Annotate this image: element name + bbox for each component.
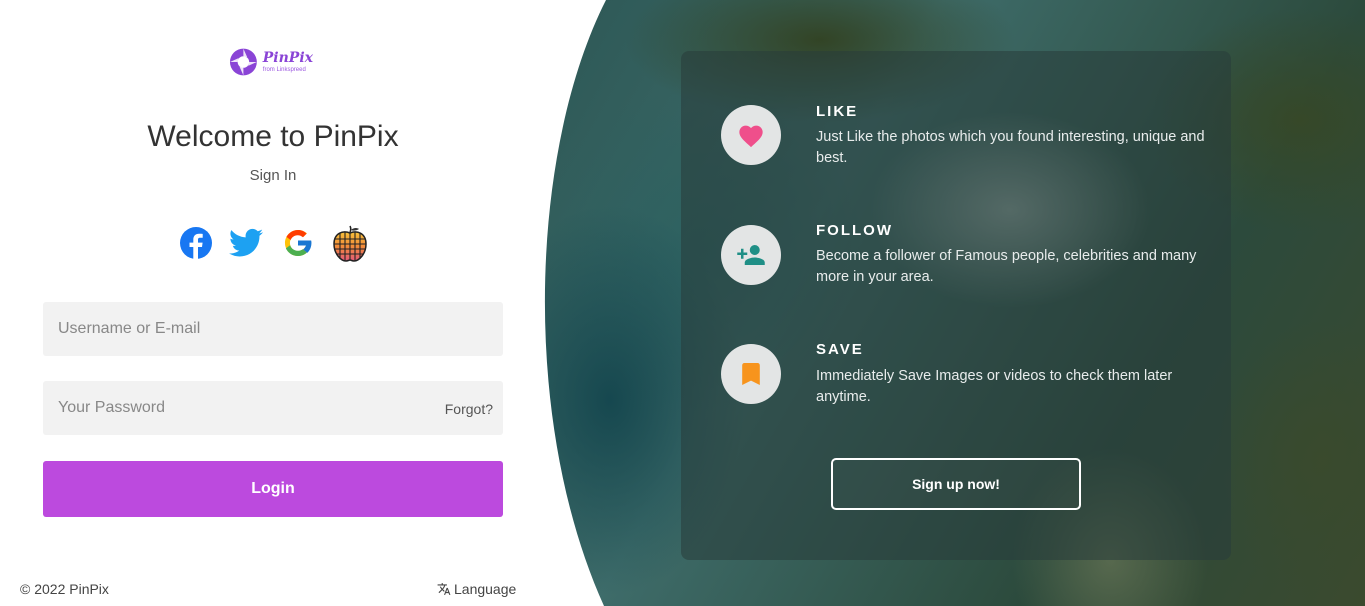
save-feature-description: Immediately Save Images or videos to che… [816, 368, 1173, 405]
username-input[interactable] [43, 302, 503, 356]
follow-feature-badge [721, 225, 781, 285]
facebook-icon [180, 227, 212, 259]
forgot-password-link[interactable]: Forgot? [445, 401, 493, 417]
bookmark-icon [742, 363, 760, 385]
twitter-icon [229, 228, 263, 257]
like-feature-description: Just Like the photos which you found int… [816, 129, 1205, 166]
heart-icon [739, 125, 763, 148]
like-feature-title: LIKE [816, 103, 859, 120]
brand-name: PinPix [262, 50, 313, 66]
password-input[interactable] [43, 381, 503, 435]
follow-feature-description: Become a follower of Famous people, cele… [816, 248, 1197, 285]
brand-tagline: from Linkspreed [262, 67, 306, 73]
person-add-icon [737, 245, 765, 265]
like-feature-badge [721, 105, 781, 165]
language-label: Language [454, 581, 517, 597]
copyright-text: © 2022 PinPix [20, 581, 109, 597]
page-title: Welcome to PinPix [147, 120, 399, 153]
google-icon [284, 229, 312, 257]
sign-in-subtitle: Sign In [249, 167, 297, 184]
save-feature-title: SAVE [816, 341, 864, 358]
grid-apple-icon [333, 225, 367, 262]
username-field[interactable] [43, 302, 503, 356]
translate-icon [437, 583, 451, 595]
follow-feature-title: FOLLOW [816, 222, 893, 239]
brand-logo: PinPix from Linkspreed [229, 44, 313, 80]
save-feature-badge [721, 344, 781, 404]
facebook-login-button[interactable] [177, 224, 215, 262]
grid-apple-login-button[interactable] [331, 224, 369, 262]
aperture-logo-icon [229, 48, 257, 76]
language-selector[interactable]: Language [437, 581, 516, 597]
login-button[interactable]: Login [43, 461, 503, 517]
password-field[interactable]: Forgot? [43, 381, 503, 435]
twitter-login-button[interactable] [227, 224, 265, 262]
signup-button[interactable]: Sign up now! [831, 458, 1081, 510]
google-login-button[interactable] [279, 224, 317, 262]
